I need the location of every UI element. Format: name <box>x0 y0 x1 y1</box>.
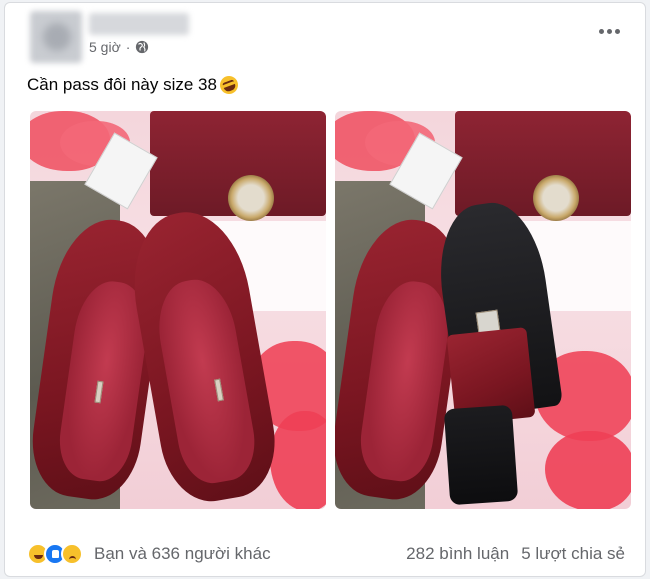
reactions-summary[interactable]: Bạn và 636 người khác <box>27 543 271 565</box>
dot-icon <box>614 28 620 34</box>
reaction-icons <box>27 543 83 565</box>
post-text-content: Cần pass đôi này size 38 <box>27 75 217 94</box>
more-options-button[interactable] <box>595 21 623 41</box>
avatar-blur <box>43 23 71 51</box>
dot-icon <box>598 28 604 34</box>
dot-icon <box>606 28 612 34</box>
photo-shoes-sole[interactable] <box>335 111 631 509</box>
photo-shoes-insoles[interactable] <box>30 111 326 509</box>
globe-icon[interactable] <box>135 40 149 54</box>
post-card: 5 giờ · Cần pass đôi này size 38 Bạn và … <box>4 2 646 577</box>
author-name-blurred[interactable] <box>89 13 189 35</box>
separator-dot: · <box>125 39 131 55</box>
reactions-count[interactable]: Bạn và 636 người khác <box>94 544 271 564</box>
shares-count-link[interactable]: 5 lượt chia sẻ <box>521 544 625 564</box>
post-time[interactable]: 5 giờ <box>89 39 121 55</box>
rolling-on-floor-laughing-emoji-icon <box>217 73 241 97</box>
post-footer: Bạn và 636 người khác 282 bình luận 5 lư… <box>27 543 625 565</box>
sad-icon <box>61 543 83 565</box>
post-meta: 5 giờ · <box>89 39 149 55</box>
comments-count-link[interactable]: 282 bình luận <box>406 544 509 564</box>
post-text: Cần pass đôi này size 38 <box>27 73 241 97</box>
post-stats: 282 bình luận 5 lượt chia sẻ <box>406 544 625 564</box>
